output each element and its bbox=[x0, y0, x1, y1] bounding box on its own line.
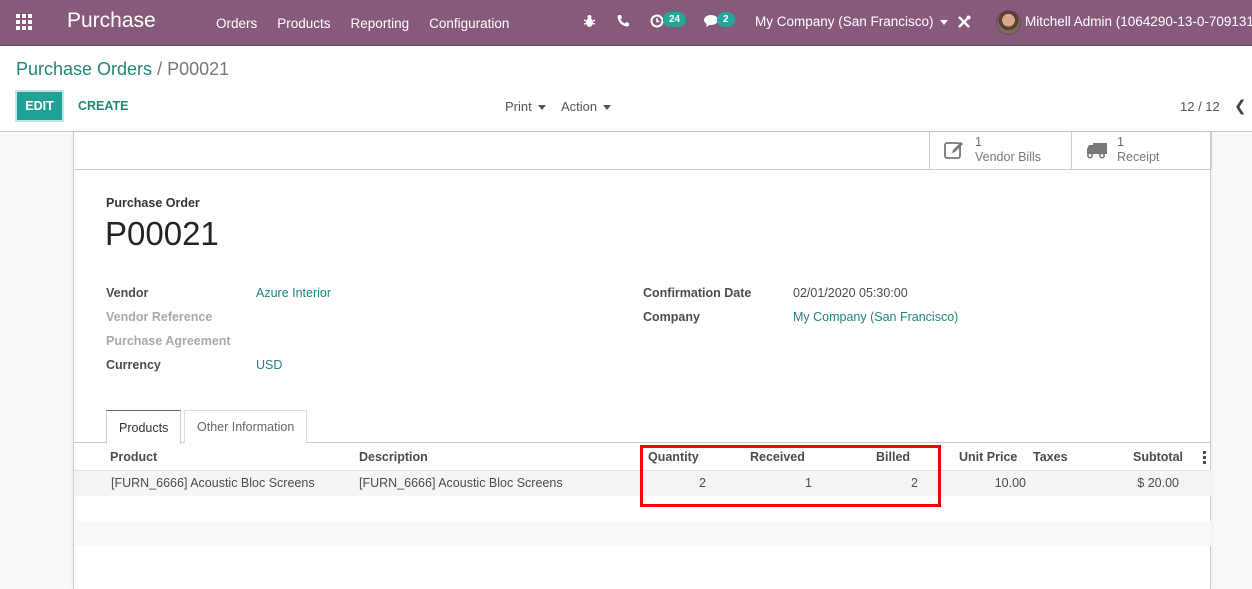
control-panel: Purchase Orders / P00021 EDIT CREATE Print… bbox=[0, 46, 1252, 132]
company-switcher[interactable]: My Company (San Francisco) bbox=[755, 14, 948, 29]
vendor-bills-label: Vendor Bills bbox=[975, 150, 1042, 164]
edit-button[interactable]: EDIT bbox=[15, 90, 64, 122]
menu-products[interactable]: Products bbox=[277, 16, 330, 31]
order-reference-title: P00021 bbox=[105, 215, 219, 252]
menu-reporting[interactable]: Reporting bbox=[351, 16, 410, 31]
pager-value[interactable]: 12 / 12 bbox=[1180, 99, 1220, 114]
cell-quantity: 2 bbox=[699, 476, 706, 490]
form-subtitle: Purchase Order bbox=[106, 196, 200, 210]
column-description[interactable]: Description bbox=[359, 450, 428, 464]
column-product[interactable]: Product bbox=[110, 450, 157, 464]
user-avatar[interactable] bbox=[996, 10, 1021, 35]
action-label: Action bbox=[561, 99, 598, 114]
empty-row bbox=[74, 521, 1211, 546]
print-label: Print bbox=[505, 99, 532, 114]
cell-product: [FURN_6666] Acoustic Bloc Screens bbox=[111, 476, 315, 490]
menu-orders[interactable]: Orders bbox=[216, 16, 257, 31]
debug-bug-icon[interactable] bbox=[583, 14, 596, 31]
edit-icon bbox=[944, 140, 966, 160]
caret-down-icon bbox=[939, 19, 948, 25]
purchase-agreement-label: Purchase Agreement bbox=[106, 334, 231, 348]
column-received[interactable]: Received bbox=[750, 450, 805, 464]
app-title: Purchase bbox=[67, 9, 156, 32]
cell-description: [FURN_6666] Acoustic Bloc Screens bbox=[359, 476, 563, 490]
column-unit-price[interactable]: Unit Price bbox=[959, 450, 1017, 464]
column-subtotal[interactable]: Subtotal bbox=[1133, 450, 1183, 464]
order-lines-header: Product Description Quantity Received Bi… bbox=[74, 443, 1211, 471]
vendor-bills-button[interactable]: 1 Vendor Bills bbox=[929, 132, 1071, 169]
currency-value[interactable]: USD bbox=[256, 358, 282, 372]
receipt-label: Receipt bbox=[1117, 150, 1160, 164]
cell-received: 1 bbox=[805, 476, 812, 490]
messages-count-badge: 2 bbox=[717, 12, 735, 27]
vendor-reference-label: Vendor Reference bbox=[106, 310, 213, 324]
create-button[interactable]: CREATE bbox=[78, 99, 128, 113]
tab-products[interactable]: Products bbox=[106, 410, 182, 444]
breadcrumb: Purchase Orders / P00021 bbox=[16, 59, 229, 80]
column-taxes[interactable]: Taxes bbox=[1033, 450, 1068, 464]
vendor-value[interactable]: Azure Interior bbox=[256, 286, 331, 300]
cell-billed: 2 bbox=[911, 476, 918, 490]
breadcrumb-current: P00021 bbox=[167, 59, 230, 79]
apps-menu-icon[interactable] bbox=[16, 14, 34, 30]
receipt-button[interactable]: 1 Receipt bbox=[1071, 132, 1212, 169]
chevron-left-icon[interactable]: ❮ bbox=[1234, 97, 1247, 115]
optional-columns-kebab-icon[interactable] bbox=[1203, 451, 1207, 464]
caret-down-icon bbox=[603, 105, 612, 111]
table-row[interactable]: [FURN_6666] Acoustic Bloc Screens [FURN_… bbox=[74, 471, 1211, 496]
vendor-label: Vendor bbox=[106, 286, 149, 300]
column-quantity[interactable]: Quantity bbox=[648, 450, 699, 464]
currency-label: Currency bbox=[106, 358, 161, 372]
breadcrumb-separator: / bbox=[157, 59, 163, 79]
notebook-tabs: Products Other Information bbox=[74, 410, 1211, 444]
menu-configuration[interactable]: Configuration bbox=[429, 16, 509, 31]
main-menu: Orders Products Reporting Configuration bbox=[216, 0, 529, 46]
tools-cross-icon[interactable] bbox=[957, 15, 971, 32]
company-label: Company bbox=[643, 310, 700, 324]
user-menu[interactable]: Mitchell Admin (1064290-13-0-709131- bbox=[1025, 14, 1252, 29]
activity-clock-icon[interactable] bbox=[650, 14, 664, 31]
company-switcher-label: My Company (San Francisco) bbox=[755, 14, 934, 29]
truck-icon bbox=[1086, 140, 1108, 160]
vendor-bills-count: 1 bbox=[975, 135, 982, 149]
cell-subtotal: $ 20.00 bbox=[1137, 476, 1179, 490]
action-dropdown[interactable]: Action bbox=[561, 99, 612, 114]
form-sheet: 1 Vendor Bills 1 Receipt Purchase Order … bbox=[73, 132, 1212, 589]
smart-button-box: 1 Vendor Bills 1 Receipt bbox=[74, 132, 1212, 170]
cell-unit-price: 10.00 bbox=[994, 476, 1026, 490]
caret-down-icon bbox=[537, 105, 546, 111]
confirmation-date-label: Confirmation Date bbox=[643, 286, 752, 300]
empty-row bbox=[74, 496, 1211, 521]
print-dropdown[interactable]: Print bbox=[505, 99, 546, 114]
breadcrumb-purchase-orders[interactable]: Purchase Orders bbox=[16, 59, 152, 79]
tab-other-information[interactable]: Other Information bbox=[184, 410, 308, 443]
receipt-count: 1 bbox=[1117, 135, 1124, 149]
top-navbar: Purchase Orders Products Reporting Confi… bbox=[0, 0, 1252, 46]
activity-count-badge: 24 bbox=[663, 12, 687, 27]
confirmation-date-value: 02/01/2020 05:30:00 bbox=[793, 286, 908, 300]
column-billed[interactable]: Billed bbox=[876, 450, 910, 464]
phone-icon[interactable] bbox=[617, 14, 629, 30]
company-value[interactable]: My Company (San Francisco) bbox=[793, 310, 958, 324]
